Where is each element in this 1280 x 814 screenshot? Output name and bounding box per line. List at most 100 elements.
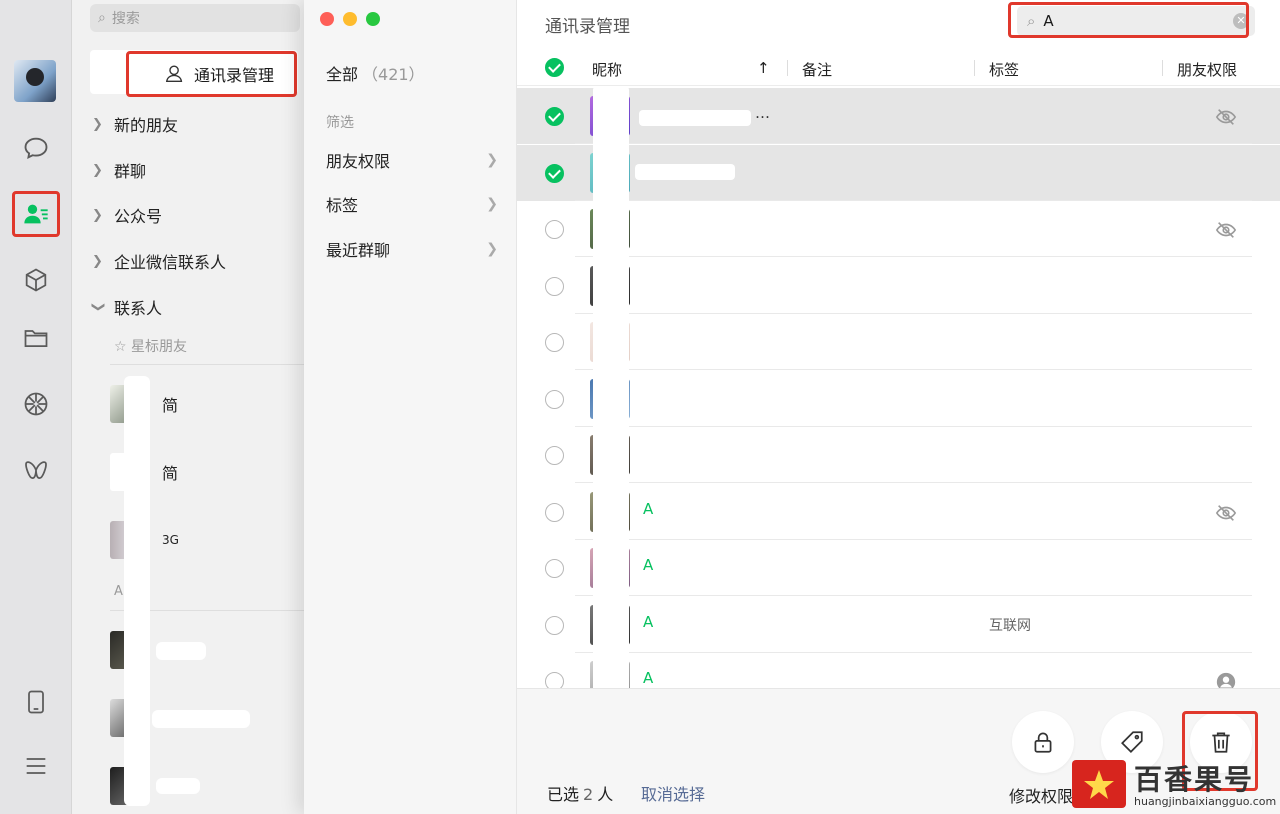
chevron-right-icon: ❯: [92, 207, 103, 223]
table-row[interactable]: [517, 258, 1280, 314]
starred-section-label: ☆ 星标朋友: [114, 339, 188, 355]
minimize-window-button[interactable]: [343, 12, 357, 26]
app-sidebar: [0, 0, 72, 814]
search-input[interactable]: ⌕ 搜索: [90, 4, 300, 32]
chevron-right-icon: ❯: [486, 152, 498, 168]
redaction-strip: [593, 86, 629, 694]
table-row[interactable]: [517, 427, 1280, 483]
clear-search-icon[interactable]: ✕: [1233, 13, 1249, 29]
lock-icon: [1034, 732, 1052, 753]
group-new-friends[interactable]: ❯ 新的朋友: [92, 112, 178, 136]
watermark-url: huangjinbaixiangguo.com: [1134, 795, 1277, 808]
table-row[interactable]: A: [517, 484, 1280, 540]
row-nickname: A: [643, 499, 654, 518]
person-icon: [165, 65, 183, 83]
contacts-table-pane: 通讯录管理 ⌕ A ✕ 昵称 ↑ 备注 标签 朋友权限 … A A A 互联网 A 已选 2…: [517, 0, 1280, 814]
section-letter: A: [114, 584, 123, 599]
filter-section-label: 筛选: [326, 115, 354, 131]
chevron-right-icon: ❯: [92, 116, 103, 132]
table-row[interactable]: A: [517, 540, 1280, 596]
table-row[interactable]: …: [517, 88, 1280, 144]
redaction-strip: [124, 376, 150, 806]
column-nickname[interactable]: 昵称: [592, 59, 622, 80]
filter-friend-permission[interactable]: 朋友权限 ❯: [326, 148, 498, 172]
cube-icon[interactable]: [18, 262, 54, 298]
row-checkbox[interactable]: [545, 559, 564, 578]
table-row[interactable]: [517, 201, 1280, 257]
redaction-strip: [156, 778, 200, 794]
table-row[interactable]: A 互联网: [517, 597, 1280, 653]
menu-icon[interactable]: [18, 748, 54, 784]
chat-icon[interactable]: [18, 130, 54, 166]
row-nickname: A: [643, 612, 654, 631]
column-remark[interactable]: 备注: [802, 59, 832, 80]
tag-icon: [1121, 731, 1143, 753]
row-checkbox[interactable]: [545, 163, 564, 183]
row-checkbox[interactable]: [545, 446, 564, 465]
group-contacts[interactable]: ❯ 联系人: [90, 295, 163, 319]
chevron-down-icon: ❯: [90, 301, 106, 312]
column-tag[interactable]: 标签: [989, 59, 1019, 80]
chevron-right-icon: ❯: [92, 162, 103, 178]
chevron-right-icon: ❯: [486, 241, 498, 257]
table-row[interactable]: [517, 144, 1280, 201]
table-search-input[interactable]: ⌕ A ✕: [1017, 6, 1255, 36]
phone-icon[interactable]: [18, 684, 54, 720]
row-nickname: A: [643, 556, 654, 574]
group-work-contacts[interactable]: ❯ 企业微信联系人: [92, 249, 226, 273]
row-checkbox[interactable]: [545, 615, 564, 635]
contacts-panel: ⌕ 搜索 通讯录管理 ❯ 新的朋友 ❯ 群聊 ❯ 公众号 ❯ 企业微信联系人 ❯ 联系人 …: [72, 0, 308, 814]
column-separator: [1162, 60, 1163, 76]
trash-icon: [1212, 732, 1230, 753]
column-separator: [974, 60, 975, 76]
group-official-accounts[interactable]: ❯ 公众号: [92, 203, 162, 227]
watermark-logo: [1072, 760, 1126, 808]
table-row[interactable]: [517, 371, 1280, 427]
filter-all[interactable]: 全部 （421）: [326, 61, 498, 85]
modify-permission-label: 修改权限: [1009, 787, 1074, 806]
row-checkbox[interactable]: [545, 333, 564, 352]
row-checkbox[interactable]: [545, 276, 564, 296]
star-icon: [1084, 770, 1114, 799]
redaction-strip: [639, 110, 751, 126]
select-all-checkbox[interactable]: [545, 58, 564, 77]
row-tag: 互联网: [989, 617, 1031, 634]
row-checkbox[interactable]: [545, 502, 564, 522]
my-avatar[interactable]: [14, 60, 56, 102]
arrow-up-icon[interactable]: ↑: [757, 59, 770, 77]
search-value: A: [1043, 12, 1054, 30]
filter-pane: 全部 （421） 筛选 朋友权限 ❯ 标签 ❯ 最近群聊 ❯: [304, 0, 517, 814]
chevron-right-icon: ❯: [92, 253, 103, 269]
chevron-right-icon: ❯: [486, 196, 498, 212]
row-checkbox[interactable]: [545, 107, 564, 126]
selected-count: 已选 2 人: [547, 785, 614, 804]
search-icon: ⌕: [1027, 12, 1036, 30]
modify-permission-button[interactable]: [1012, 711, 1074, 773]
filter-tags[interactable]: 标签 ❯: [326, 192, 498, 216]
close-window-button[interactable]: [320, 12, 334, 26]
zoom-window-button[interactable]: [366, 12, 380, 26]
watermark-text: 百香果号: [1134, 763, 1255, 796]
cancel-selection-link[interactable]: 取消选择: [641, 781, 705, 805]
redaction-strip: [156, 642, 206, 660]
eye-slash-icon: [1215, 502, 1237, 524]
table-row[interactable]: [517, 314, 1280, 370]
eye-slash-icon: [1215, 106, 1237, 128]
contacts-icon[interactable]: [18, 196, 54, 232]
row-nickname: …: [755, 104, 770, 122]
row-checkbox[interactable]: [545, 220, 564, 239]
column-separator: [787, 60, 788, 76]
column-permission[interactable]: 朋友权限: [1177, 59, 1237, 80]
redaction-strip: [152, 710, 250, 728]
page-title: 通讯录管理: [545, 17, 630, 37]
search-icon: ⌕: [98, 10, 106, 26]
row-checkbox[interactable]: [545, 389, 564, 409]
moments-icon[interactable]: [18, 386, 54, 422]
row-nickname: A: [643, 669, 654, 687]
contacts-manager-button[interactable]: 通讯录管理: [128, 52, 296, 96]
divider: [110, 364, 308, 365]
channels-icon[interactable]: [18, 452, 54, 488]
filter-recent-groups[interactable]: 最近群聊 ❯: [326, 237, 498, 261]
group-chats[interactable]: ❯ 群聊: [92, 158, 146, 182]
folder-icon[interactable]: [18, 320, 54, 356]
